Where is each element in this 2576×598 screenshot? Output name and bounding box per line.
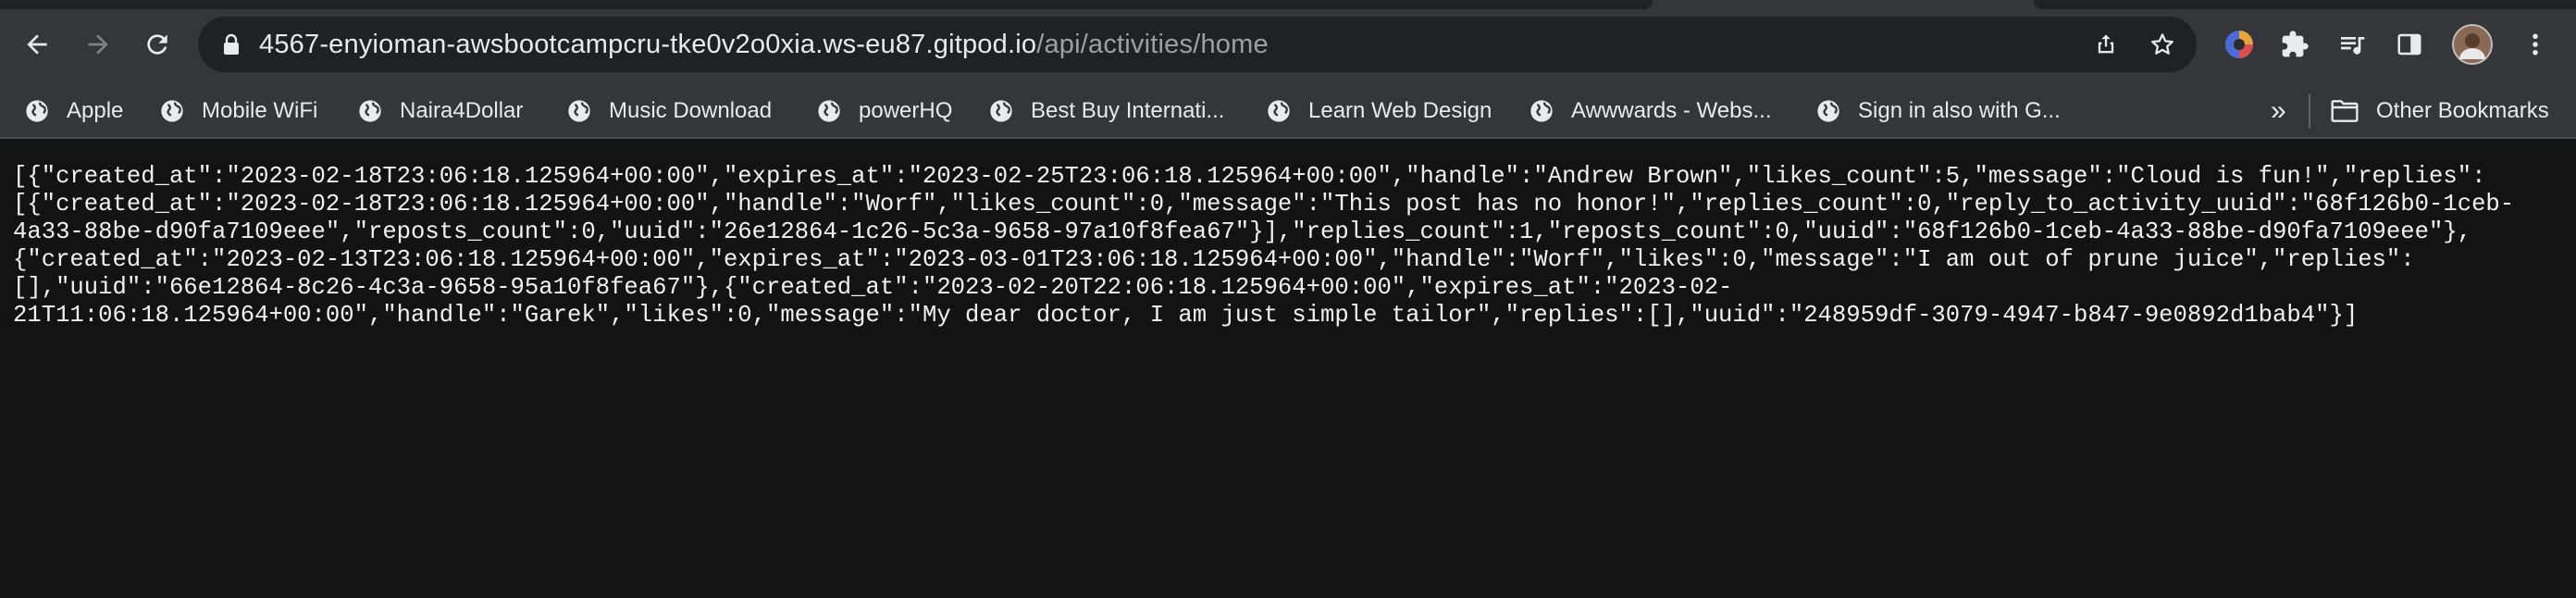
bookmark-label: Learn Web Design	[1308, 98, 1492, 123]
reload-icon	[147, 34, 167, 55]
url-host: 4567-enyioman-awsbootcampcru-tke0v2o0xia…	[259, 30, 1037, 59]
globe-icon	[990, 100, 1012, 122]
globe-icon	[1268, 100, 1290, 122]
json-line: 21T11:06:18.125964+00:00","handle":"Gare…	[13, 302, 2359, 329]
side-panel-button[interactable]	[2384, 19, 2435, 70]
side-panel-icon	[2397, 33, 2421, 56]
bookmark-label: Awwwards - Webs...	[1571, 98, 1772, 123]
globe-icon	[359, 100, 381, 122]
bookmark-label: Best Buy Internati...	[1031, 98, 1225, 123]
profile-button[interactable]	[2446, 19, 2498, 70]
music-queue-icon	[2341, 37, 2365, 55]
chevron-double-right-icon: »	[2271, 95, 2286, 126]
browser-toolbar: 4567-enyioman-awsbootcampcru-tke0v2o0xia…	[0, 0, 2576, 85]
url-text: 4567-enyioman-awsbootcampcru-tke0v2o0xia…	[259, 17, 1269, 72]
globe-icon	[26, 100, 48, 122]
bookmark-item[interactable]: powerHQ	[816, 85, 952, 137]
extension-button[interactable]	[2213, 19, 2265, 70]
json-line: {"created_at":"2023-02-13T23:06:18.12596…	[13, 246, 2415, 273]
bookmarks-bar: Apple Mobile WiFi Naira4Dollar Music Dow…	[0, 85, 2576, 139]
colorful-extension-icon	[2225, 31, 2253, 58]
address-bar[interactable]: 4567-enyioman-awsbootcampcru-tke0v2o0xia…	[198, 17, 2197, 72]
more-vert-icon	[2533, 33, 2538, 56]
bookmarks-overflow-button[interactable]: »	[2271, 85, 2286, 137]
bookmark-label: Naira4Dollar	[400, 98, 524, 123]
bookmark-label: powerHQ	[859, 98, 953, 123]
bookmark-item[interactable]: Best Buy Internati...	[988, 85, 1224, 137]
reload-button[interactable]	[131, 19, 183, 70]
menu-button[interactable]	[2509, 19, 2561, 70]
globe-icon	[818, 100, 840, 122]
bookmark-item[interactable]: Learn Web Design	[1266, 85, 1492, 137]
tab-strip-right	[2034, 0, 2576, 9]
folder-icon	[2331, 100, 2359, 122]
bookmark-label: Mobile WiFi	[202, 98, 318, 123]
json-response-body: [{"created_at":"2023-02-18T23:06:18.1259…	[13, 163, 2567, 330]
json-line: [{"created_at":"2023-02-18T23:06:18.1259…	[13, 163, 2486, 190]
globe-icon	[1817, 100, 1839, 122]
bookmark-item[interactable]: Naira4Dollar	[357, 85, 523, 137]
globe-icon	[1530, 100, 1553, 122]
bookmark-label: Sign in also with G...	[1858, 98, 2061, 123]
bookmark-item[interactable]: Music Download	[566, 85, 772, 137]
bookmark-item[interactable]: Sign in also with G...	[1815, 85, 2061, 137]
star-icon[interactable]	[2149, 31, 2176, 58]
arrow-left-icon	[27, 34, 47, 55]
avatar	[2452, 24, 2493, 65]
other-bookmarks-button[interactable]: Other Bookmarks	[2330, 85, 2549, 137]
forward-button[interactable]	[72, 19, 124, 70]
json-line: [],"uuid":"66e12864-8c26-4c3a-9658-95a10…	[13, 274, 1733, 301]
bookmark-item[interactable]: Mobile WiFi	[159, 85, 317, 137]
bookmark-label: Apple	[67, 98, 124, 123]
tab-strip-left	[0, 0, 1653, 9]
media-control-button[interactable]	[2326, 19, 2378, 70]
bookmark-label: Music Download	[609, 98, 773, 123]
arrow-right-icon	[88, 34, 108, 55]
puzzle-icon	[2282, 31, 2309, 57]
url-path: /api/activities/home	[1036, 30, 1269, 59]
globe-icon	[568, 100, 590, 122]
globe-icon	[161, 100, 183, 122]
bookmarks-divider	[2309, 94, 2310, 128]
json-line: [{"created_at":"2023-02-18T23:06:18.1259…	[13, 191, 2515, 218]
bookmark-item[interactable]: Awwwards - Webs...	[1529, 85, 1772, 137]
json-line: 4a33-88be-d90fa7109eee","reposts_count":…	[13, 218, 2472, 245]
lock-icon	[224, 33, 239, 55]
share-icon[interactable]	[2093, 31, 2119, 57]
other-bookmarks-label: Other Bookmarks	[2376, 98, 2549, 123]
back-button[interactable]	[11, 19, 63, 70]
extensions-button[interactable]	[2269, 19, 2321, 70]
bookmark-item[interactable]: Apple	[24, 85, 123, 137]
